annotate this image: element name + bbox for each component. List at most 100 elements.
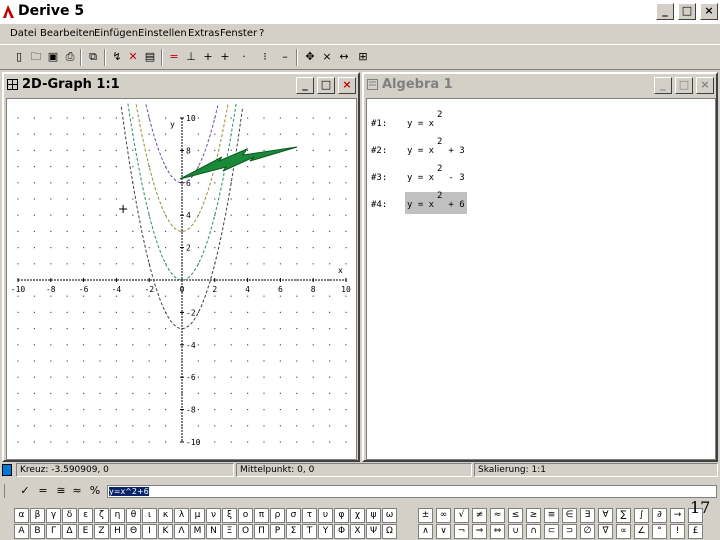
open-icon[interactable]: 🗀: [29, 50, 43, 64]
symbol-button[interactable]: Ο: [238, 524, 253, 539]
symbol-button[interactable]: Ω: [382, 524, 397, 539]
symbol-button[interactable]: χ: [350, 508, 365, 523]
enter-simplify-icon[interactable]: =: [36, 484, 50, 498]
symbol-button[interactable]: ⇒: [472, 524, 487, 539]
symbol-button[interactable]: →: [670, 508, 685, 523]
symbol-button[interactable]: ω: [382, 508, 397, 523]
symbol-button[interactable]: Ρ: [270, 524, 285, 539]
symbol-button[interactable]: ≡: [544, 508, 559, 523]
symbol-button[interactable]: α: [14, 508, 29, 523]
symbol-button[interactable]: ρ: [270, 508, 285, 523]
symbol-button[interactable]: κ: [158, 508, 173, 523]
graph-close-button[interactable]: ×: [338, 77, 356, 94]
algebra-expression-list[interactable]: #1: y = x 2 #2: y = x 2 + 3 #3: y = x 2 …: [366, 98, 716, 460]
symbol-button[interactable]: θ: [126, 508, 141, 523]
menu-einfuegen[interactable]: Einfügen: [94, 28, 138, 39]
symbol-button[interactable]: Γ: [46, 524, 61, 539]
symbol-button[interactable]: ∪: [508, 524, 523, 539]
limit-icon[interactable]: ·: [237, 50, 251, 64]
symbol-button[interactable]: ⇔: [490, 524, 505, 539]
symbol-button[interactable]: £: [688, 524, 703, 539]
symbol-button[interactable]: ±: [418, 508, 433, 523]
graph-2d-icon[interactable]: ↔: [337, 50, 351, 64]
insert-text-icon[interactable]: ▤: [143, 50, 157, 64]
symbol-button[interactable]: Η: [110, 524, 125, 539]
menu-extras[interactable]: Extras: [188, 28, 220, 39]
symbol-button[interactable]: ≤: [508, 508, 523, 523]
app-minimize-button[interactable]: _: [656, 3, 674, 20]
symbol-button[interactable]: ∃: [580, 508, 595, 523]
symbol-button[interactable]: ∈: [562, 508, 577, 523]
symbol-button[interactable]: υ: [318, 508, 333, 523]
symbol-button[interactable]: ∠: [634, 524, 649, 539]
symbol-button[interactable]: Υ: [318, 524, 333, 539]
solve-icon[interactable]: +: [201, 50, 215, 64]
app-maximize-button[interactable]: □: [678, 3, 696, 20]
algebra-maximize-button[interactable]: □: [675, 77, 693, 94]
menu-bearbeiten[interactable]: Bearbeiten: [40, 28, 95, 39]
expression-2[interactable]: #2: y = x 2 + 3: [367, 137, 715, 162]
derivative-icon[interactable]: ⁝: [258, 50, 272, 64]
symbol-button[interactable]: π: [254, 508, 269, 523]
enter-approximate-icon[interactable]: ≅: [54, 484, 68, 498]
menu-fenster[interactable]: Fenster: [220, 28, 257, 39]
symbol-button[interactable]: Ζ: [94, 524, 109, 539]
enter-percent-icon[interactable]: %: [88, 484, 102, 498]
approximate-icon[interactable]: ⊥: [184, 50, 198, 64]
symbol-button[interactable]: Α: [14, 524, 29, 539]
symbol-button[interactable]: ψ: [366, 508, 381, 523]
enter-expression-icon[interactable]: ✓: [18, 484, 32, 498]
symbol-button[interactable]: Ε: [78, 524, 93, 539]
symbol-button[interactable]: γ: [46, 508, 61, 523]
product-icon[interactable]: ×: [320, 50, 334, 64]
symbol-button[interactable]: ∞: [436, 508, 451, 523]
symbol-button[interactable]: Τ: [302, 524, 317, 539]
save-icon[interactable]: ▣: [46, 50, 60, 64]
symbol-button[interactable]: ∝: [616, 524, 631, 539]
symbol-button[interactable]: η: [110, 508, 125, 523]
graph-plot-svg[interactable]: -10 -8 -6 -4 -2 0 2 4 6 8 10108642-2-4-6-8-10xy: [7, 99, 356, 459]
graph-3d-icon[interactable]: ⊞: [356, 50, 370, 64]
simplify-icon[interactable]: =: [167, 50, 181, 64]
symbol-button[interactable]: Χ: [350, 524, 365, 539]
symbol-button[interactable]: ∧: [418, 524, 433, 539]
symbol-button[interactable]: Ν: [206, 524, 221, 539]
symbol-button[interactable]: Ξ: [222, 524, 237, 539]
integral-icon[interactable]: –: [278, 50, 292, 64]
symbol-button[interactable]: Φ: [334, 524, 349, 539]
symbol-button[interactable]: Μ: [190, 524, 205, 539]
symbol-button[interactable]: ο: [238, 508, 253, 523]
expression-entry-input[interactable]: y=x^2+6: [107, 485, 717, 498]
expression-1[interactable]: #1: y = x 2: [367, 110, 715, 135]
app-close-button[interactable]: ×: [700, 3, 718, 20]
symbol-button[interactable]: τ: [302, 508, 317, 523]
symbol-button[interactable]: ≈: [490, 508, 505, 523]
symbol-button[interactable]: Ψ: [366, 524, 381, 539]
author-icon[interactable]: ↯: [110, 50, 124, 64]
symbol-button[interactable]: Ι: [142, 524, 157, 539]
graph-minimize-button[interactable]: _: [296, 77, 314, 94]
symbol-button[interactable]: Θ: [126, 524, 141, 539]
symbol-button[interactable]: σ: [286, 508, 301, 523]
algebra-minimize-button[interactable]: _: [654, 77, 672, 94]
symbol-button[interactable]: !: [670, 524, 685, 539]
substitute-icon[interactable]: +: [218, 50, 232, 64]
symbol-button[interactable]: λ: [174, 508, 189, 523]
symbol-button[interactable]: ⊃: [562, 524, 577, 539]
symbol-button[interactable]: °: [652, 524, 667, 539]
symbol-button[interactable]: √: [454, 508, 469, 523]
copy-icon[interactable]: ⧉: [86, 50, 100, 64]
symbol-button[interactable]: ∀: [598, 508, 613, 523]
expression-3[interactable]: #3: y = x 2 - 3: [367, 164, 715, 189]
menu-datei[interactable]: Datei: [10, 28, 37, 39]
symbol-button[interactable]: ∂: [652, 508, 667, 523]
symbol-button[interactable]: β: [30, 508, 45, 523]
symbol-button[interactable]: ¬: [454, 524, 469, 539]
sum-icon[interactable]: ✥: [303, 50, 317, 64]
graph-maximize-button[interactable]: □: [317, 77, 335, 94]
symbol-button[interactable]: ∫: [634, 508, 649, 523]
symbol-button[interactable]: φ: [334, 508, 349, 523]
symbol-button[interactable]: ≠: [472, 508, 487, 523]
symbol-button[interactable]: ∨: [436, 524, 451, 539]
symbol-button[interactable]: Π: [254, 524, 269, 539]
